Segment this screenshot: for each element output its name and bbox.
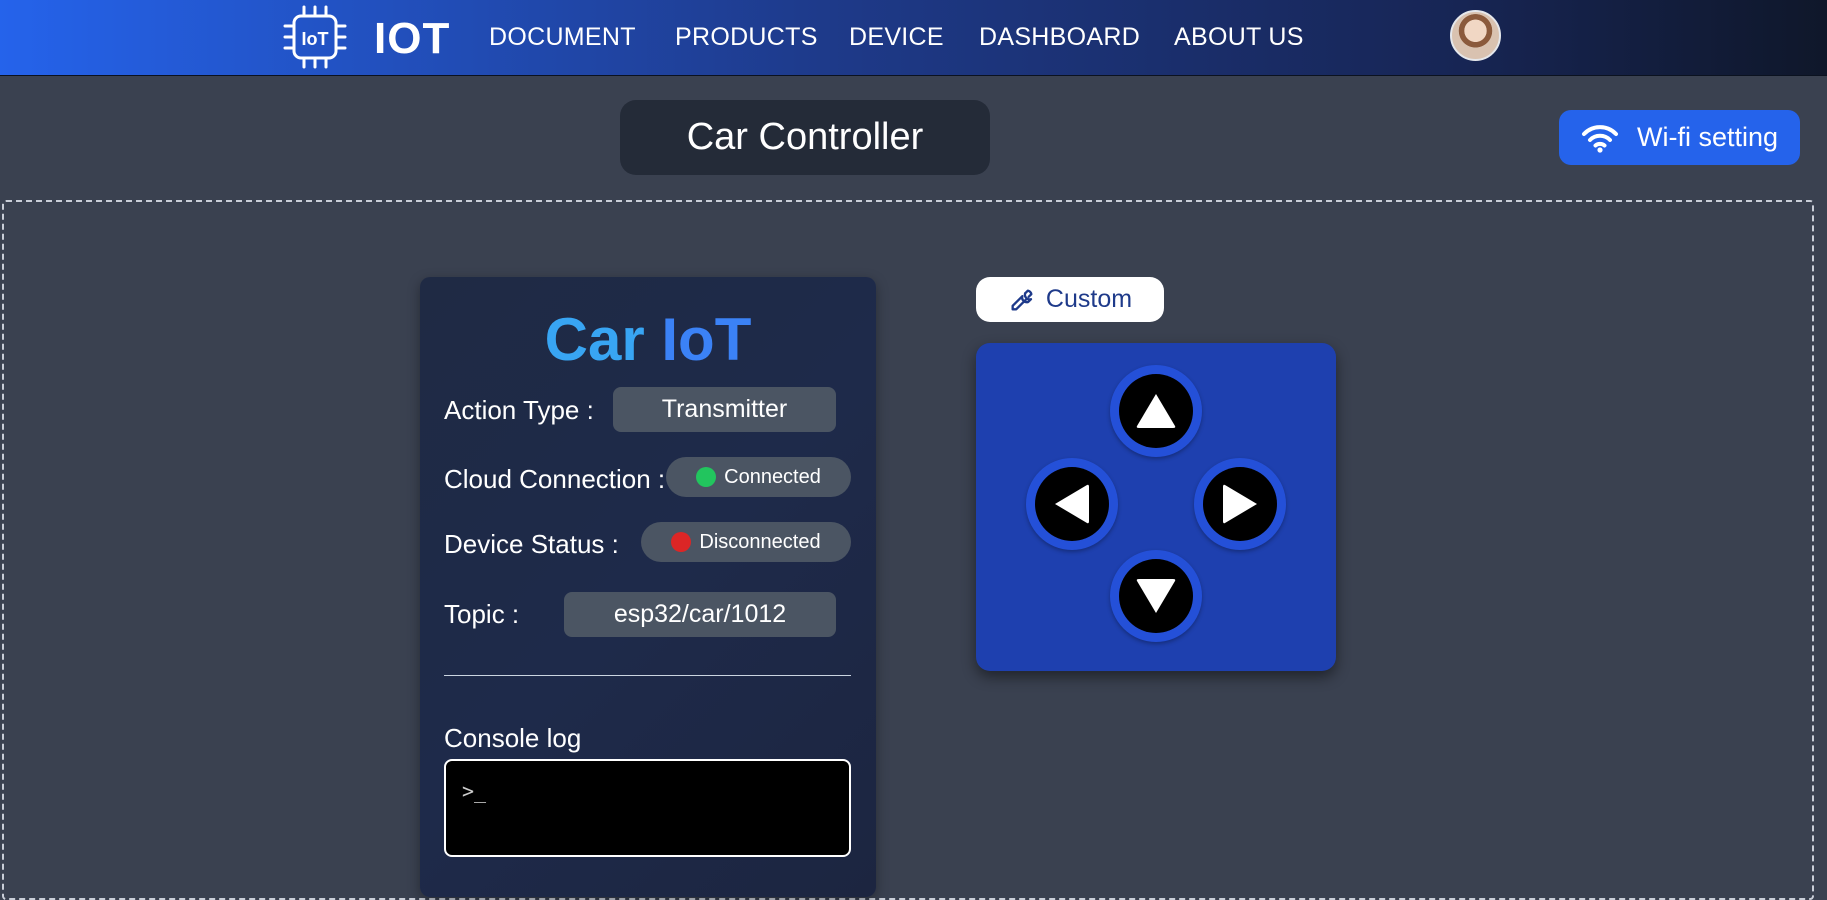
logo-text: IoT [302, 29, 329, 49]
action-type-label: Action Type : [444, 395, 594, 425]
card-divider [444, 675, 851, 676]
move-up-button[interactable] [1110, 365, 1202, 457]
arrow-right-icon [1223, 484, 1257, 524]
custom-button[interactable]: Custom [976, 277, 1164, 322]
move-left-button[interactable] [1026, 458, 1118, 550]
wifi-setting-button[interactable]: Wi-fi setting [1559, 110, 1800, 165]
topic-value: esp32/car/1012 [564, 592, 836, 637]
wrench-icon [1011, 289, 1033, 310]
move-right-button[interactable] [1194, 458, 1286, 550]
arrow-left-icon [1055, 484, 1089, 524]
action-type-value: Transmitter [613, 387, 836, 432]
top-navbar: IoT IOT DOCUMENT PRODUCTS DEVICE DASHBOA… [0, 0, 1827, 76]
card-title: Car IoT [420, 305, 876, 374]
connected-status-dot [696, 467, 717, 487]
page-title: Car Controller [620, 100, 990, 175]
custom-button-label: Custom [1045, 285, 1133, 313]
nav-about-us[interactable]: ABOUT US [1174, 23, 1304, 52]
card-title-iot: IoT [661, 306, 752, 373]
nav-dashboard[interactable]: DASHBOARD [979, 23, 1140, 52]
iot-chip-logo-icon[interactable]: IoT [282, 4, 348, 70]
device-status-badge: Disconnected [641, 522, 851, 562]
arrow-up-icon [1136, 394, 1176, 428]
nav-document[interactable]: DOCUMENT [489, 23, 636, 52]
console-prompt: >_ [462, 779, 487, 803]
cloud-connection-label: Cloud Connection : [444, 464, 666, 494]
device-status-label: Device Status : [444, 529, 619, 559]
wifi-icon [1582, 124, 1618, 153]
user-avatar[interactable] [1450, 10, 1501, 61]
brand-name[interactable]: IOT [374, 14, 450, 64]
nav-device[interactable]: DEVICE [849, 23, 944, 52]
cloud-connection-value: Connected [724, 465, 821, 488]
card-title-car: Car [544, 306, 645, 373]
arrow-down-icon [1136, 579, 1176, 613]
wifi-setting-label: Wi-fi setting [1637, 122, 1779, 152]
direction-pad [976, 343, 1336, 671]
move-down-button[interactable] [1110, 550, 1202, 642]
console-log-label: Console log [444, 723, 582, 753]
console-log-output[interactable]: >_ [444, 759, 851, 857]
device-status-value: Disconnected [699, 530, 821, 553]
cloud-connection-badge: Connected [666, 457, 851, 497]
topic-label: Topic : [444, 599, 520, 629]
workspace-area [2, 200, 1814, 900]
nav-products[interactable]: PRODUCTS [675, 23, 818, 52]
car-iot-card: Car IoT Action Type : Transmitter Cloud … [420, 277, 876, 897]
disconnected-status-dot [671, 532, 692, 552]
